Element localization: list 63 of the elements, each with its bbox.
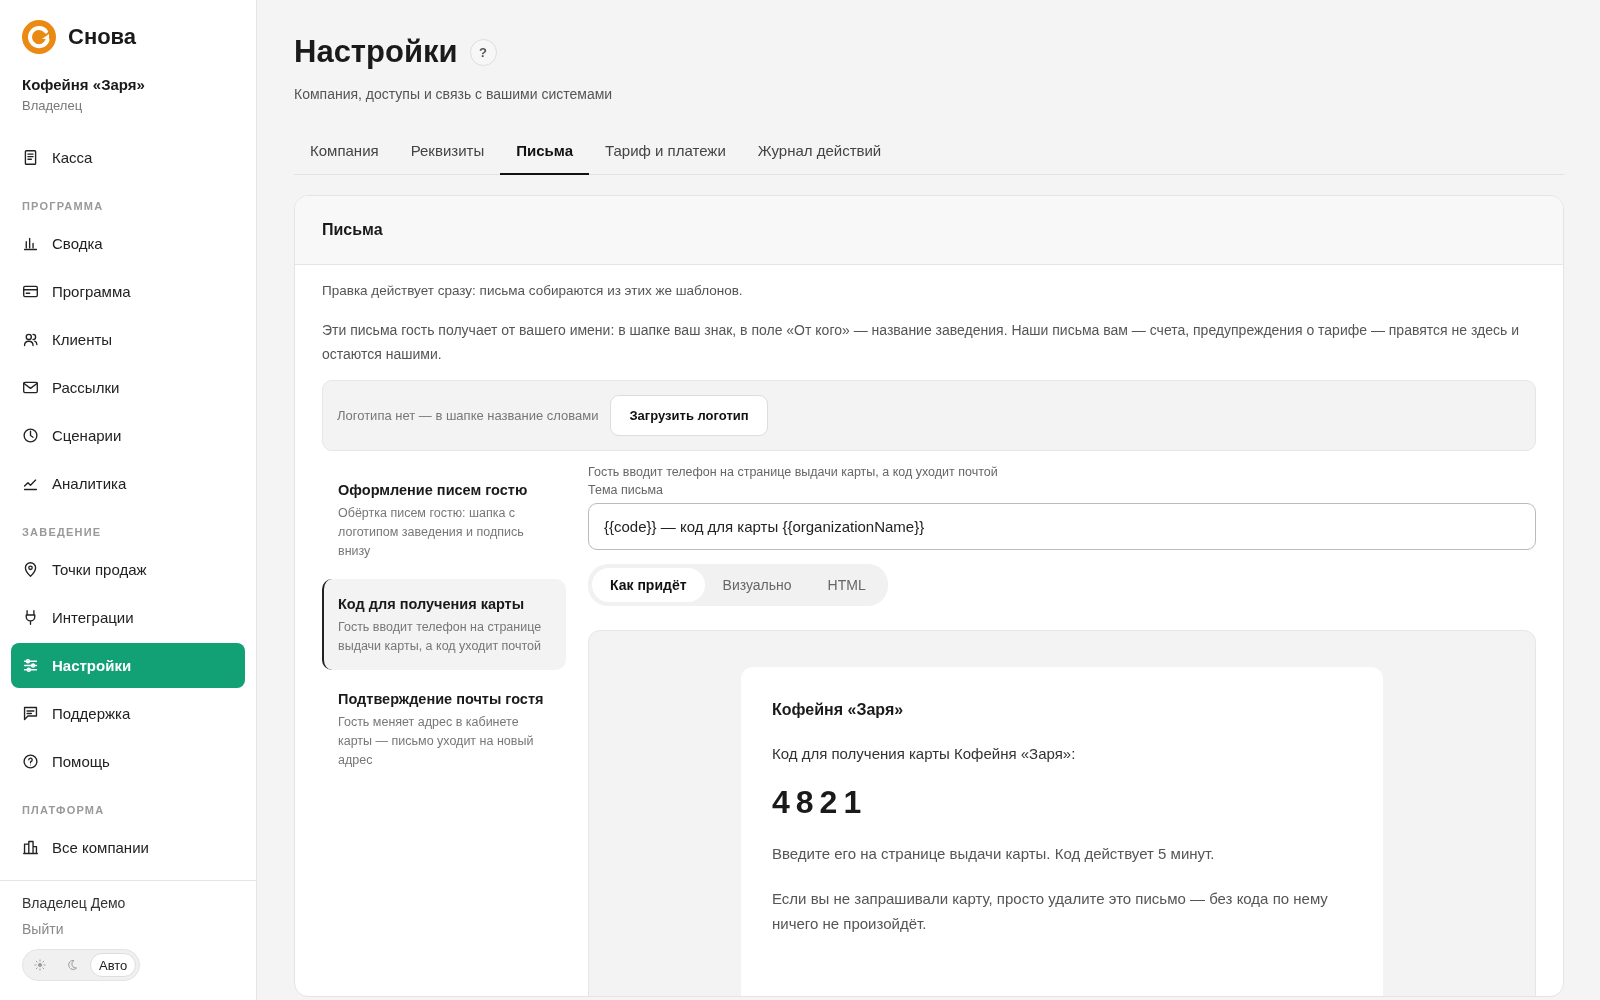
help-button[interactable]: ? [469,38,497,66]
email-header: Кофейня «Заря» [772,701,905,719]
view-mode-tab[interactable]: Визуально [704,568,810,602]
view-mode-tab[interactable]: Как придёт [592,568,705,602]
user-role: Владелец [22,98,84,113]
upload-logo-button[interactable]: Загрузить логотип [610,395,768,436]
buildings-icon [22,839,39,856]
logo-icon [22,20,56,54]
tab[interactable]: Тариф и платежи [589,124,742,175]
tab[interactable]: Реквизиты [394,124,501,175]
sidebar-item[interactable]: Поддержка [11,691,245,736]
card-icon [22,283,39,300]
sidebar-item[interactable]: Сводка [11,221,245,266]
note-text: Правка действует сразу: письма собираются из этих же шаблонов. [322,283,744,298]
section-label: ПЛАТФОРМА [21,803,106,818]
hint-text: Гость вводит телефон на странице выдачи карты, а код уходит почтой [588,465,999,479]
users-icon [22,331,39,348]
sliders-icon [22,657,39,674]
field-label: Тема письма [588,483,664,497]
sidebar-item[interactable]: Касса [11,135,245,180]
template-item[interactable]: Код для получения карты Гость вводит телефон на странице выдачи карты, а код уходит почтой [322,579,566,670]
chat-icon [22,705,39,722]
tab[interactable]: Журнал действий [741,124,898,175]
sidebar-item[interactable]: Все компании [11,825,245,870]
brand-name: Снова [68,24,137,50]
pin-icon [22,561,39,578]
page-title: Настройки [294,34,458,70]
sidebar-item[interactable]: Рассылки [11,365,245,410]
user-name: Владелец Демо [22,895,127,911]
sidebar-item[interactable]: Сценарии [11,413,245,458]
theme-switch[interactable]: Авто [22,949,141,981]
logo-status-text: Логотипа нет — в шапке название словами [337,408,599,423]
sidebar-item[interactable]: Программа [11,269,245,314]
sidebar-item[interactable]: Помощь [11,739,245,784]
section-label: ПРОГРАММА [21,199,105,214]
section-label: ЗАВЕДЕНИЕ [21,525,103,540]
page-subtitle: Компания, доступы и связь с вашими системами [294,86,614,102]
template-item[interactable]: Подтверждение почты гостя Гость меняет адрес в кабинете карты — письмо уходит на новый адрес [322,674,566,784]
logout-link[interactable]: Выйти [22,921,234,937]
sidebar-item[interactable]: Аналитика [11,461,245,506]
tab[interactable]: Письма [500,124,589,175]
template-item[interactable]: Оформление писем гостю Обёртка писем гостю: шапка с логотипом заведения и подпись внизу [322,465,566,575]
sidebar-item[interactable]: Точки продаж [11,547,245,592]
mail-icon [22,379,39,396]
email-text: Если вы не запрашивали карту, просто удалите это письмо — без кода по нему ничего не произойдёт. [772,889,1329,934]
email-text: Введите его на странице выдачи карты. Код действует 5 минут. [772,844,1216,864]
clock-icon [22,427,39,444]
auto-theme-button[interactable]: Авто [90,953,137,977]
organization-name: Кофейня «Заря» [22,76,146,93]
sidebar-item[interactable]: Клиенты [11,317,245,362]
sidebar-item[interactable]: Интеграции [11,595,245,640]
description-text: Эти письма гость получает от вашего имени: в шапке ваш знак, в поле «От кого» — название заведения. Наши письма вам — счета, предупреждения о тарифе — правятся не здесь и остаются нашими. [322,321,1520,364]
sun-icon [34,959,46,971]
email-code: 4821 [772,784,869,821]
view-mode-tab[interactable]: HTML [809,568,884,602]
bar-chart-icon [22,235,39,252]
subject-field[interactable]: {{code}} — код для карты {{organizationName}} [588,503,1536,550]
card-title: Письма [295,196,1563,265]
moon-icon [66,959,78,971]
email-text: Код для получения карты Кофейня «Заря»: [772,745,1077,762]
receipt-icon [22,149,39,166]
tab[interactable]: Компания [294,124,395,175]
help-icon [22,753,39,770]
